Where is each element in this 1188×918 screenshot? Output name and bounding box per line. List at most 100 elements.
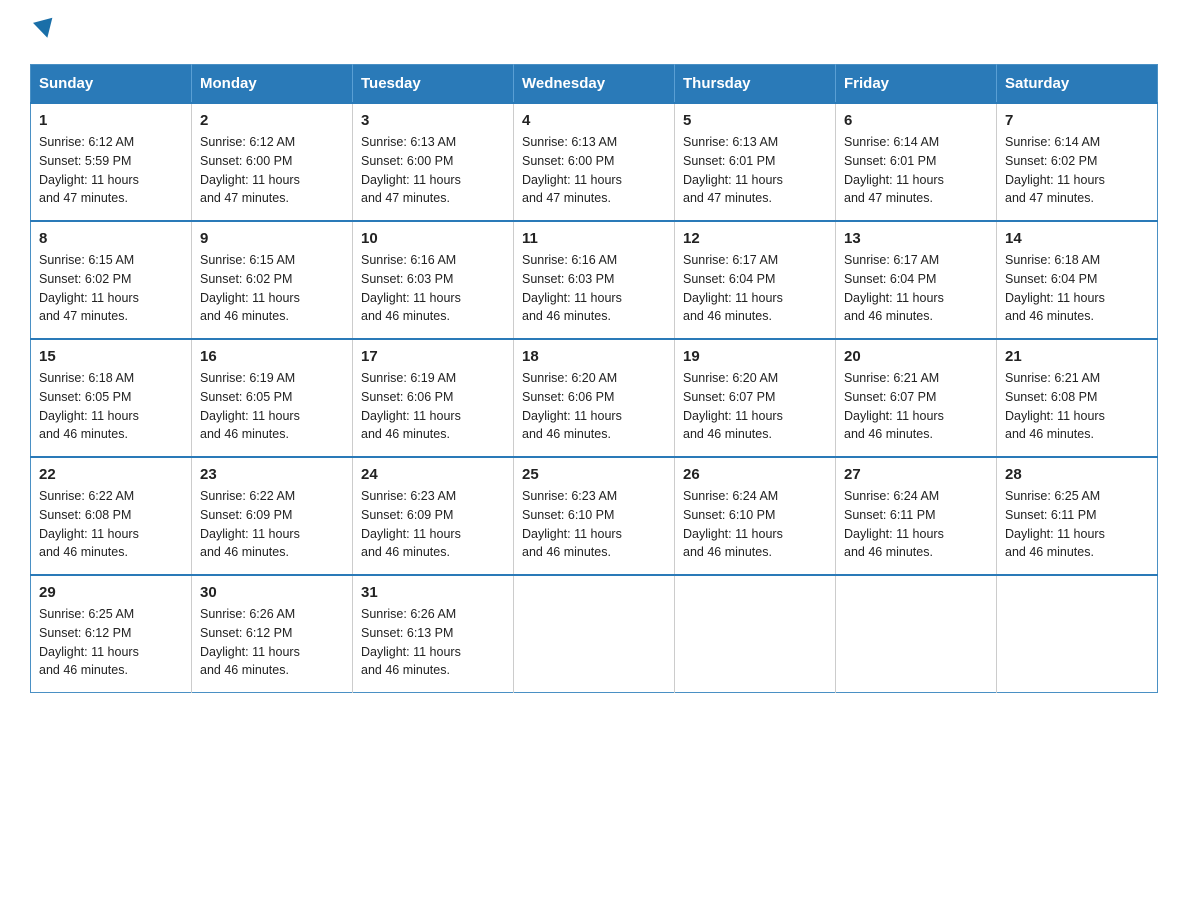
day-number: 31 <box>361 584 505 601</box>
calendar-day-cell: 29 Sunrise: 6:25 AMSunset: 6:12 PMDaylig… <box>31 575 192 693</box>
logo-triangle-icon <box>33 18 57 41</box>
day-number: 4 <box>522 112 666 129</box>
day-info: Sunrise: 6:15 AMSunset: 6:02 PMDaylight:… <box>200 253 300 323</box>
calendar-week-row: 29 Sunrise: 6:25 AMSunset: 6:12 PMDaylig… <box>31 575 1158 693</box>
calendar-day-cell: 25 Sunrise: 6:23 AMSunset: 6:10 PMDaylig… <box>514 457 675 575</box>
day-number: 10 <box>361 230 505 247</box>
day-number: 16 <box>200 348 344 365</box>
day-info: Sunrise: 6:14 AMSunset: 6:01 PMDaylight:… <box>844 135 944 205</box>
day-info: Sunrise: 6:12 AMSunset: 6:00 PMDaylight:… <box>200 135 300 205</box>
calendar-header-cell: Wednesday <box>514 65 675 104</box>
day-info: Sunrise: 6:16 AMSunset: 6:03 PMDaylight:… <box>522 253 622 323</box>
day-number: 6 <box>844 112 988 129</box>
calendar-day-cell <box>997 575 1158 693</box>
calendar-day-cell: 23 Sunrise: 6:22 AMSunset: 6:09 PMDaylig… <box>192 457 353 575</box>
day-info: Sunrise: 6:22 AMSunset: 6:08 PMDaylight:… <box>39 489 139 559</box>
day-info: Sunrise: 6:18 AMSunset: 6:05 PMDaylight:… <box>39 371 139 441</box>
day-info: Sunrise: 6:14 AMSunset: 6:02 PMDaylight:… <box>1005 135 1105 205</box>
day-number: 28 <box>1005 466 1149 483</box>
calendar-day-cell: 11 Sunrise: 6:16 AMSunset: 6:03 PMDaylig… <box>514 221 675 339</box>
calendar-day-cell: 2 Sunrise: 6:12 AMSunset: 6:00 PMDayligh… <box>192 103 353 221</box>
calendar-table: SundayMondayTuesdayWednesdayThursdayFrid… <box>30 64 1158 693</box>
day-info: Sunrise: 6:19 AMSunset: 6:05 PMDaylight:… <box>200 371 300 441</box>
logo <box>30 20 55 44</box>
page-header <box>30 20 1158 44</box>
calendar-header-cell: Friday <box>836 65 997 104</box>
day-info: Sunrise: 6:16 AMSunset: 6:03 PMDaylight:… <box>361 253 461 323</box>
calendar-day-cell: 22 Sunrise: 6:22 AMSunset: 6:08 PMDaylig… <box>31 457 192 575</box>
calendar-day-cell: 4 Sunrise: 6:13 AMSunset: 6:00 PMDayligh… <box>514 103 675 221</box>
calendar-header-row: SundayMondayTuesdayWednesdayThursdayFrid… <box>31 65 1158 104</box>
calendar-day-cell: 7 Sunrise: 6:14 AMSunset: 6:02 PMDayligh… <box>997 103 1158 221</box>
day-number: 5 <box>683 112 827 129</box>
day-info: Sunrise: 6:21 AMSunset: 6:08 PMDaylight:… <box>1005 371 1105 441</box>
calendar-week-row: 22 Sunrise: 6:22 AMSunset: 6:08 PMDaylig… <box>31 457 1158 575</box>
calendar-day-cell: 30 Sunrise: 6:26 AMSunset: 6:12 PMDaylig… <box>192 575 353 693</box>
day-info: Sunrise: 6:18 AMSunset: 6:04 PMDaylight:… <box>1005 253 1105 323</box>
day-number: 15 <box>39 348 183 365</box>
calendar-day-cell: 28 Sunrise: 6:25 AMSunset: 6:11 PMDaylig… <box>997 457 1158 575</box>
day-info: Sunrise: 6:23 AMSunset: 6:09 PMDaylight:… <box>361 489 461 559</box>
day-number: 13 <box>844 230 988 247</box>
day-info: Sunrise: 6:24 AMSunset: 6:10 PMDaylight:… <box>683 489 783 559</box>
day-number: 26 <box>683 466 827 483</box>
day-number: 29 <box>39 584 183 601</box>
day-number: 7 <box>1005 112 1149 129</box>
calendar-header-cell: Sunday <box>31 65 192 104</box>
calendar-day-cell: 15 Sunrise: 6:18 AMSunset: 6:05 PMDaylig… <box>31 339 192 457</box>
day-number: 2 <box>200 112 344 129</box>
calendar-day-cell: 27 Sunrise: 6:24 AMSunset: 6:11 PMDaylig… <box>836 457 997 575</box>
day-info: Sunrise: 6:13 AMSunset: 6:00 PMDaylight:… <box>361 135 461 205</box>
day-number: 11 <box>522 230 666 247</box>
calendar-day-cell: 26 Sunrise: 6:24 AMSunset: 6:10 PMDaylig… <box>675 457 836 575</box>
day-info: Sunrise: 6:21 AMSunset: 6:07 PMDaylight:… <box>844 371 944 441</box>
day-number: 23 <box>200 466 344 483</box>
day-info: Sunrise: 6:17 AMSunset: 6:04 PMDaylight:… <box>683 253 783 323</box>
day-info: Sunrise: 6:12 AMSunset: 5:59 PMDaylight:… <box>39 135 139 205</box>
day-number: 1 <box>39 112 183 129</box>
calendar-day-cell: 31 Sunrise: 6:26 AMSunset: 6:13 PMDaylig… <box>353 575 514 693</box>
calendar-body: 1 Sunrise: 6:12 AMSunset: 5:59 PMDayligh… <box>31 103 1158 693</box>
day-info: Sunrise: 6:20 AMSunset: 6:07 PMDaylight:… <box>683 371 783 441</box>
day-info: Sunrise: 6:26 AMSunset: 6:13 PMDaylight:… <box>361 607 461 677</box>
calendar-day-cell: 9 Sunrise: 6:15 AMSunset: 6:02 PMDayligh… <box>192 221 353 339</box>
calendar-day-cell: 16 Sunrise: 6:19 AMSunset: 6:05 PMDaylig… <box>192 339 353 457</box>
day-number: 22 <box>39 466 183 483</box>
calendar-day-cell <box>514 575 675 693</box>
day-info: Sunrise: 6:20 AMSunset: 6:06 PMDaylight:… <box>522 371 622 441</box>
day-info: Sunrise: 6:24 AMSunset: 6:11 PMDaylight:… <box>844 489 944 559</box>
calendar-week-row: 8 Sunrise: 6:15 AMSunset: 6:02 PMDayligh… <box>31 221 1158 339</box>
calendar-day-cell: 8 Sunrise: 6:15 AMSunset: 6:02 PMDayligh… <box>31 221 192 339</box>
day-number: 24 <box>361 466 505 483</box>
calendar-day-cell: 24 Sunrise: 6:23 AMSunset: 6:09 PMDaylig… <box>353 457 514 575</box>
day-number: 14 <box>1005 230 1149 247</box>
day-number: 25 <box>522 466 666 483</box>
day-info: Sunrise: 6:25 AMSunset: 6:12 PMDaylight:… <box>39 607 139 677</box>
calendar-week-row: 15 Sunrise: 6:18 AMSunset: 6:05 PMDaylig… <box>31 339 1158 457</box>
day-info: Sunrise: 6:15 AMSunset: 6:02 PMDaylight:… <box>39 253 139 323</box>
day-info: Sunrise: 6:19 AMSunset: 6:06 PMDaylight:… <box>361 371 461 441</box>
day-number: 17 <box>361 348 505 365</box>
day-number: 18 <box>522 348 666 365</box>
calendar-day-cell: 19 Sunrise: 6:20 AMSunset: 6:07 PMDaylig… <box>675 339 836 457</box>
calendar-header: SundayMondayTuesdayWednesdayThursdayFrid… <box>31 65 1158 104</box>
day-info: Sunrise: 6:23 AMSunset: 6:10 PMDaylight:… <box>522 489 622 559</box>
calendar-day-cell: 5 Sunrise: 6:13 AMSunset: 6:01 PMDayligh… <box>675 103 836 221</box>
day-info: Sunrise: 6:13 AMSunset: 6:01 PMDaylight:… <box>683 135 783 205</box>
calendar-day-cell: 1 Sunrise: 6:12 AMSunset: 5:59 PMDayligh… <box>31 103 192 221</box>
calendar-header-cell: Monday <box>192 65 353 104</box>
day-number: 19 <box>683 348 827 365</box>
calendar-header-cell: Saturday <box>997 65 1158 104</box>
calendar-day-cell: 20 Sunrise: 6:21 AMSunset: 6:07 PMDaylig… <box>836 339 997 457</box>
calendar-day-cell: 17 Sunrise: 6:19 AMSunset: 6:06 PMDaylig… <box>353 339 514 457</box>
day-info: Sunrise: 6:26 AMSunset: 6:12 PMDaylight:… <box>200 607 300 677</box>
day-number: 21 <box>1005 348 1149 365</box>
calendar-day-cell <box>675 575 836 693</box>
day-number: 27 <box>844 466 988 483</box>
calendar-day-cell: 12 Sunrise: 6:17 AMSunset: 6:04 PMDaylig… <box>675 221 836 339</box>
day-info: Sunrise: 6:17 AMSunset: 6:04 PMDaylight:… <box>844 253 944 323</box>
calendar-day-cell: 10 Sunrise: 6:16 AMSunset: 6:03 PMDaylig… <box>353 221 514 339</box>
calendar-day-cell: 21 Sunrise: 6:21 AMSunset: 6:08 PMDaylig… <box>997 339 1158 457</box>
day-number: 9 <box>200 230 344 247</box>
calendar-day-cell: 13 Sunrise: 6:17 AMSunset: 6:04 PMDaylig… <box>836 221 997 339</box>
